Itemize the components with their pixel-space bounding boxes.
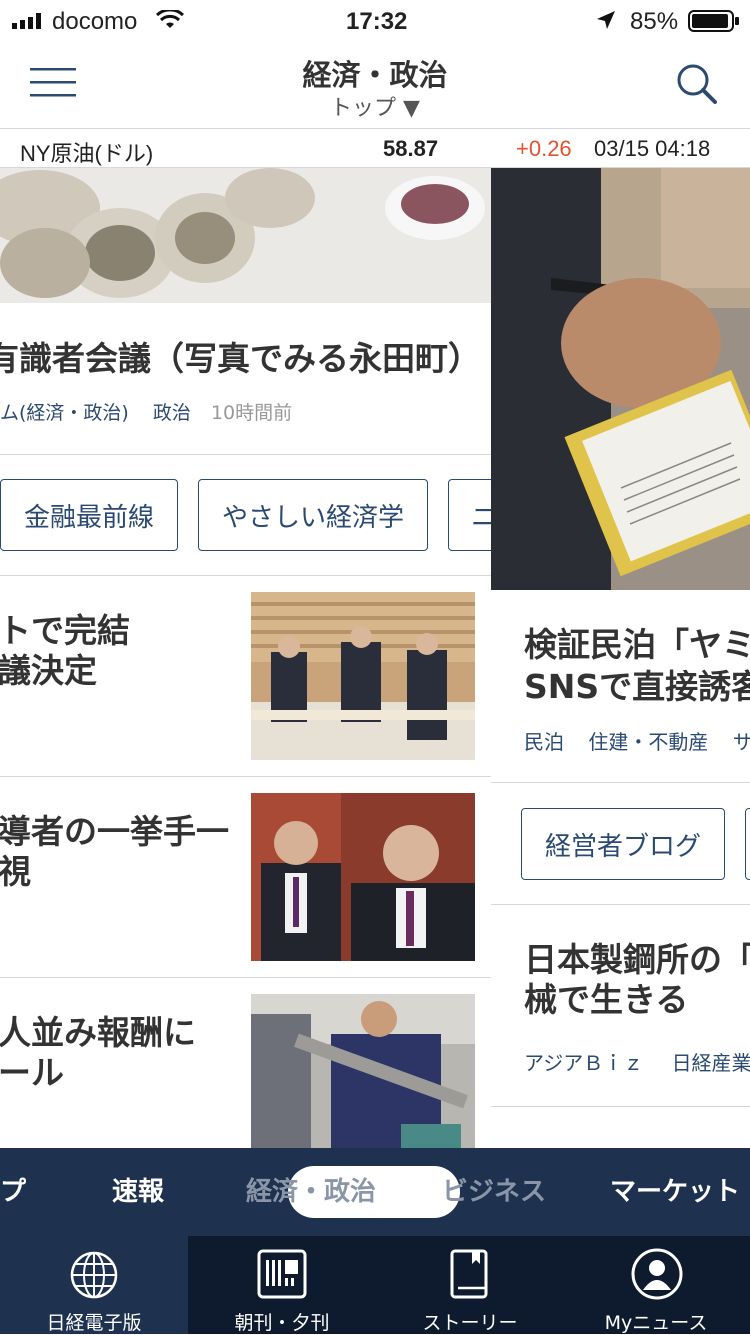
tab-top[interactable]: プ (0, 1148, 26, 1236)
wifi-icon (155, 8, 185, 34)
divider (0, 454, 491, 455)
writing-photo[interactable] (491, 168, 750, 590)
tab-my-news[interactable]: Myニュース (562, 1236, 750, 1334)
article-title-line1: 日本製鋼所の「卒 (524, 940, 750, 979)
article-title-line2: ール (0, 1053, 64, 1092)
section-selector[interactable]: トップ ▼ (250, 90, 500, 122)
ticker-price: 58.87 (383, 136, 439, 161)
bottom-tab-bar: 日経電子版 朝刊・夕刊 ストーリー Myニュース (0, 1236, 750, 1334)
tab-label: ストーリー (422, 1312, 518, 1334)
tab-market[interactable]: マーケット (610, 1148, 740, 1236)
tab-nikkei-denshiban[interactable]: 日経電子版 (0, 1236, 188, 1334)
tab-story[interactable]: ストーリー (376, 1236, 564, 1334)
article-tag[interactable]: 政治 (153, 402, 191, 424)
list-item[interactable]: 検証民泊「ヤミ SNSで直接誘客 民泊 住建・不動産 サ (491, 590, 750, 780)
article-tag[interactable]: アジアＢｉｚ (524, 1051, 643, 1075)
article-title-line2: 議決定 (0, 651, 97, 690)
top-article-title[interactable]: 有識者会議（写真でみる永田町） (0, 338, 481, 380)
nav-bar: 経済・政治 トップ ▼ (0, 42, 750, 129)
chip-partial[interactable]: ニ (448, 479, 491, 551)
article-meta: 民泊 住建・不動産 サ (524, 726, 750, 755)
carrier: docomo (52, 8, 138, 35)
article-title-line2: 械で生きる (524, 980, 689, 1019)
status-bar: docomo 17:32 85% (0, 0, 750, 42)
list-item[interactable]: 人並み報酬に ール (0, 978, 491, 1148)
article-tag[interactable]: 民泊 (524, 730, 564, 754)
battery-percent: 85% (630, 8, 679, 35)
list-item[interactable]: 日本製鋼所の「卒 械で生きる アジアＢｉｚ 日経産業 (491, 905, 750, 1105)
ticker-change: +0.26 (516, 136, 572, 161)
article-title-line1: 人並み報酬に (0, 1013, 196, 1052)
page-title: 経済・政治 (302, 58, 448, 92)
tab-chokan-yukan[interactable]: 朝刊・夕刊 (188, 1236, 376, 1334)
article-category: ム(経済・政治) (0, 402, 129, 424)
profile-icon (631, 1248, 683, 1304)
newspaper-icon (256, 1248, 308, 1304)
article-title-line1: トで完結 (0, 611, 130, 650)
tab-business[interactable]: ビジネス (442, 1148, 546, 1236)
article-tag[interactable]: 住建・不動産 (588, 730, 708, 754)
article-tag[interactable]: 日経産業 (672, 1051, 750, 1075)
chip-partial[interactable] (745, 808, 750, 880)
market-ticker[interactable]: NY原油(ドル) 58.87 +0.26 03/15 04:18 (0, 129, 750, 168)
article-title-line2: SNSで直接誘客 (524, 667, 750, 706)
article-title-line2: 視 (0, 852, 31, 891)
top-article-meta: ム(経済・政治) 政治 10時間前 (0, 398, 292, 425)
tab-label: Myニュース (604, 1312, 708, 1334)
article-time: 10時間前 (210, 402, 293, 424)
tab-sokuho[interactable]: 速報 (112, 1148, 164, 1236)
book-icon (448, 1248, 492, 1304)
divider (491, 782, 750, 783)
left-column: 有識者会議（写真でみる永田町） ム(経済・政治) 政治 10時間前 金融最前線 … (0, 168, 491, 1148)
globe-icon (69, 1250, 119, 1304)
article-title-line1: 導者の一挙手一 (0, 812, 229, 851)
right-column: 検証民泊「ヤミ SNSで直接誘客 民泊 住建・不動産 サ 経営者ブログ 日本製鋼… (491, 168, 750, 1148)
article-meta: アジアＢｉｚ 日経産業 (524, 1047, 750, 1076)
location-icon (596, 10, 616, 34)
cabinet-photo (251, 592, 475, 760)
oysters-photo[interactable] (0, 168, 491, 303)
signal-icon (12, 13, 46, 29)
clock: 17:32 (346, 8, 408, 35)
tab-keizai-seiji[interactable]: 経済・政治 (246, 1148, 376, 1236)
tab-label: 日経電子版 (46, 1312, 142, 1334)
menu-icon[interactable] (30, 66, 78, 100)
workers-photo (251, 994, 475, 1148)
article-title-line1: 検証民泊「ヤミ (524, 625, 750, 664)
tab-label: 朝刊・夕刊 (234, 1312, 330, 1334)
chip-kinyu[interactable]: 金融最前線 (0, 479, 178, 551)
list-item[interactable]: トで完結 議決定 (0, 576, 491, 776)
ticker-datetime: 03/15 04:18 (594, 136, 711, 161)
chip-keieisha-blog[interactable]: 経営者ブログ (521, 808, 725, 880)
chip-yasashii[interactable]: やさしい経済学 (198, 479, 428, 551)
search-icon[interactable] (675, 62, 719, 110)
article-tag[interactable]: サ (733, 730, 750, 754)
leaders-photo (251, 793, 475, 961)
ticker-name: NY原油(ドル) (20, 141, 154, 166)
divider (491, 1106, 750, 1107)
list-item[interactable]: 導者の一挙手一 視 (0, 777, 491, 977)
battery-icon (688, 10, 740, 36)
section-tab-bar: プ 速報 経済・政治 ビジネス マーケット (0, 1148, 750, 1236)
